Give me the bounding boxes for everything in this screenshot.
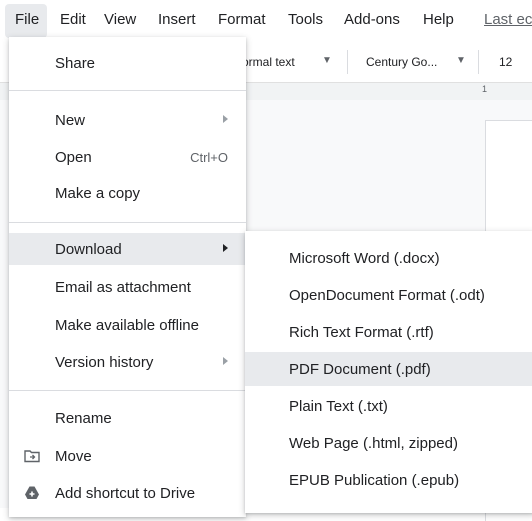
submenu-arrow-icon — [223, 244, 228, 252]
menu-help[interactable]: Help — [423, 11, 454, 28]
menu-item-label: Version history — [55, 354, 154, 371]
menu-bar: File Edit View Insert Format Tools Add-o… — [0, 0, 532, 40]
menu-item-version-history[interactable]: Version history — [9, 346, 246, 378]
folder-move-icon — [24, 450, 40, 463]
submenu-item-label: Rich Text Format (.rtf) — [289, 324, 434, 341]
menu-insert[interactable]: Insert — [158, 11, 196, 28]
menu-item-share[interactable]: Share — [9, 47, 246, 79]
ruler-mark: 1 — [482, 84, 488, 94]
download-rtf[interactable]: Rich Text Format (.rtf) — [245, 315, 532, 349]
last-edit-link[interactable]: Last ec — [484, 11, 532, 28]
submenu-item-label: Web Page (.html, zipped) — [289, 435, 458, 452]
font-size-input[interactable]: 12 — [499, 55, 512, 69]
menu-item-make-available-offline[interactable]: Make available offline — [9, 309, 246, 341]
drive-shortcut-icon — [25, 486, 39, 499]
submenu-arrow-icon — [223, 115, 228, 123]
menu-item-download[interactable]: Download — [9, 233, 246, 265]
menu-item-label: Make available offline — [55, 317, 199, 334]
menu-view[interactable]: View — [104, 11, 136, 28]
menu-item-label: Make a copy — [55, 185, 141, 202]
menu-divider — [9, 390, 246, 391]
menu-item-new[interactable]: New — [9, 104, 246, 136]
menu-item-make-copy[interactable]: Make a copy — [9, 177, 246, 209]
menu-format[interactable]: Format — [218, 11, 266, 28]
submenu-item-label: Plain Text (.txt) — [289, 398, 388, 415]
menu-item-label: Download — [55, 241, 122, 258]
file-menu: Share New Open Ctrl+O Make a copy Downlo… — [9, 37, 246, 517]
shortcut-label: Ctrl+O — [190, 150, 228, 165]
chevron-down-icon: ▼ — [322, 55, 332, 66]
download-docx[interactable]: Microsoft Word (.docx) — [245, 241, 532, 275]
download-html[interactable]: Web Page (.html, zipped) — [245, 426, 532, 460]
chevron-down-icon: ▼ — [456, 55, 466, 66]
menu-add-ons[interactable]: Add-ons — [344, 11, 400, 28]
submenu-item-label: Microsoft Word (.docx) — [289, 250, 440, 267]
toolbar-divider — [478, 50, 479, 74]
menu-item-label: Rename — [55, 410, 112, 427]
font-family-select[interactable]: Century Go... — [366, 55, 437, 69]
download-epub[interactable]: EPUB Publication (.epub) — [245, 463, 532, 497]
menu-item-label: Move — [55, 448, 92, 465]
menu-file[interactable]: File — [15, 11, 39, 28]
menu-item-label: Email as attachment — [55, 279, 191, 296]
menu-edit[interactable]: Edit — [60, 11, 86, 28]
download-pdf[interactable]: PDF Document (.pdf) — [245, 352, 532, 386]
menu-item-label: Share — [55, 55, 96, 72]
menu-item-label: Add shortcut to Drive — [55, 485, 196, 502]
menu-tools[interactable]: Tools — [288, 11, 323, 28]
menu-item-open[interactable]: Open Ctrl+O — [9, 141, 246, 173]
menu-item-add-shortcut[interactable]: Add shortcut to Drive — [9, 477, 246, 509]
menu-item-rename[interactable]: Rename — [9, 402, 246, 434]
menu-item-label: Open — [55, 149, 92, 166]
submenu-item-label: PDF Document (.pdf) — [289, 361, 431, 378]
submenu-item-label: OpenDocument Format (.odt) — [289, 287, 485, 304]
download-submenu: Microsoft Word (.docx) OpenDocument Form… — [245, 231, 532, 513]
menu-item-move[interactable]: Move — [9, 440, 246, 472]
paragraph-style-select[interactable]: ormal text — [242, 55, 295, 69]
toolbar-divider — [347, 50, 348, 74]
menu-divider — [9, 222, 246, 223]
submenu-arrow-icon — [223, 357, 228, 365]
menu-item-email-attachment[interactable]: Email as attachment — [9, 271, 246, 303]
download-odt[interactable]: OpenDocument Format (.odt) — [245, 278, 532, 312]
download-txt[interactable]: Plain Text (.txt) — [245, 389, 532, 423]
menu-item-label: New — [55, 112, 86, 129]
menu-divider — [9, 90, 246, 91]
submenu-item-label: EPUB Publication (.epub) — [289, 472, 460, 489]
